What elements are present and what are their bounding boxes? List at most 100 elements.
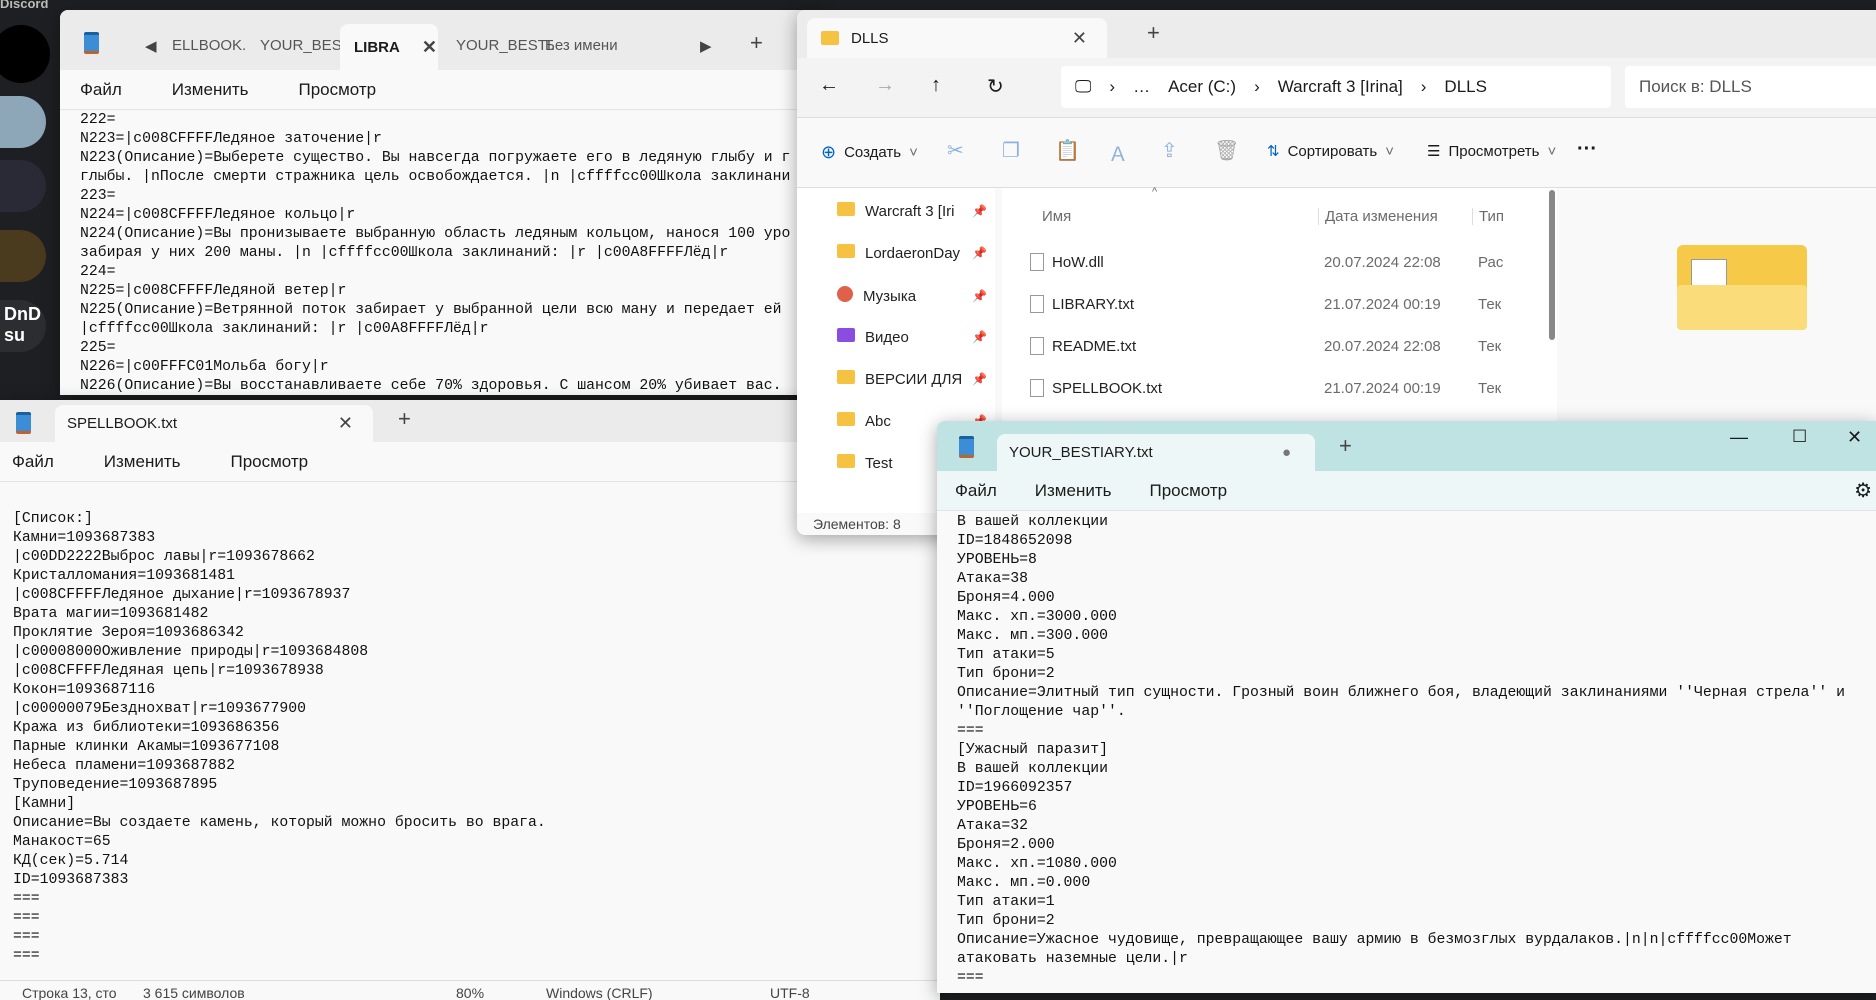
- chevron-right-icon: ›: [1254, 77, 1260, 96]
- text-line: N226=|c00FFFC01Мольба богу|r: [80, 359, 329, 375]
- paste-icon[interactable]: 📋: [1055, 138, 1080, 163]
- tab-bar: DLLS ✕ +: [797, 10, 1876, 58]
- text-line: Тип брони=2: [957, 666, 1055, 682]
- breadcrumb-more[interactable]: …: [1133, 77, 1150, 97]
- chevron-down-icon: ˅: [909, 144, 918, 161]
- server-dnd-su[interactable]: DnD su: [0, 300, 46, 352]
- folder-icon: [821, 31, 839, 45]
- copy-icon[interactable]: ❐: [1002, 138, 1020, 163]
- scrollbar[interactable]: [1549, 190, 1555, 340]
- new-tab-button[interactable]: +: [1147, 20, 1160, 46]
- tab[interactable]: YOUR_BESTI.: [456, 37, 555, 54]
- breadcrumb-item[interactable]: Warcraft 3 [Irina]: [1278, 77, 1403, 97]
- menu-file[interactable]: Файл: [955, 481, 997, 501]
- menu-view[interactable]: Просмотр: [230, 452, 308, 472]
- close-tab-icon[interactable]: ✕: [338, 413, 353, 434]
- tab-bestiary[interactable]: YOUR_BESTIARY.txt ●: [997, 434, 1315, 471]
- up-icon[interactable]: ↑: [931, 74, 941, 97]
- menu-file[interactable]: Файл: [12, 452, 54, 472]
- tab-dlls[interactable]: DLLS ✕: [807, 18, 1107, 58]
- maximize-button[interactable]: ☐: [1792, 427, 1807, 447]
- server-icon[interactable]: [0, 160, 46, 212]
- text-line: В вашей коллекции: [957, 761, 1108, 777]
- close-tab-icon[interactable]: ✕: [1072, 28, 1087, 49]
- minimize-button[interactable]: —: [1730, 427, 1748, 448]
- delete-icon[interactable]: 🗑: [1214, 138, 1239, 163]
- sort-button[interactable]: ⇅ Сортировать ˅: [1267, 142, 1394, 161]
- text-line: УРОВЕНЬ=6: [957, 799, 1037, 815]
- new-tab-button[interactable]: +: [398, 406, 411, 432]
- text-editor[interactable]: 222= N223=|c008CFFFFЛедяное заточение|r N2…: [80, 111, 790, 395]
- file-row[interactable]: SPELLBOOK.txt 21.07.2024 00:19 Тек: [1002, 376, 1557, 400]
- column-name[interactable]: Имя: [1042, 208, 1071, 225]
- column-date[interactable]: Дата изменения: [1318, 207, 1438, 225]
- text-line: Атака=38: [957, 571, 1029, 587]
- pin-icon: 📌: [972, 372, 987, 386]
- tab-spellbook[interactable]: SPELLBOOK.txt ✕: [55, 405, 373, 442]
- tab-active-library[interactable]: LIBRA ✕: [340, 24, 438, 70]
- text-line: Проклятие Зероя=1093686342: [13, 625, 244, 641]
- text-editor[interactable]: В вашей коллекции ID=1848652098 УРОВЕНЬ=8 А…: [957, 513, 1845, 988]
- file-icon: [1030, 253, 1044, 271]
- nav-item[interactable]: LordaeronDay 📌: [837, 244, 987, 262]
- text-line: [Ужасный паразит]: [957, 742, 1108, 758]
- new-tab-button[interactable]: +: [750, 30, 763, 56]
- tab-label: YOUR_BESTIARY.txt: [1009, 444, 1153, 461]
- breadcrumb[interactable]: 🖵 › … Acer (C:) › Warcraft 3 [Irina] › DLLS: [1061, 66, 1611, 108]
- sort-icon: ⇅: [1267, 143, 1280, 160]
- menu-edit[interactable]: Изменить: [172, 80, 249, 100]
- folder-icon: [837, 244, 855, 262]
- pin-icon: 📌: [972, 289, 987, 303]
- forward-icon[interactable]: →: [875, 74, 895, 97]
- tab[interactable]: Без имени: [545, 37, 618, 54]
- settings-gear-icon[interactable]: ⚙: [1854, 478, 1872, 503]
- nav-item[interactable]: Warcraft 3 [Iri 📌: [837, 202, 987, 220]
- text-editor[interactable]: [Список:] Камни=1093687383 |c00DD2222Выбро…: [13, 510, 546, 966]
- text-line: Макс. мп.=300.000: [957, 628, 1108, 644]
- nav-item-label: Видео: [865, 328, 909, 346]
- search-input[interactable]: Поиск в: DLLS: [1625, 66, 1876, 108]
- menu-file[interactable]: Файл: [80, 80, 122, 100]
- column-type[interactable]: Тип: [1472, 207, 1504, 225]
- breadcrumb-item[interactable]: DLLS: [1444, 77, 1487, 97]
- text-line: [Список:]: [13, 511, 93, 527]
- menu-view[interactable]: Просмотр: [298, 80, 376, 100]
- list-icon: ☰: [1427, 143, 1441, 160]
- nav-item[interactable]: Видео 📌: [837, 328, 987, 346]
- text-line: N226(Описание)=Вы восстанавливаете себе …: [80, 378, 782, 394]
- notepad-icon: [959, 436, 974, 458]
- view-label: Просмотреть: [1448, 142, 1540, 160]
- sort-asc-icon: ^: [1152, 186, 1158, 198]
- menu-edit[interactable]: Изменить: [104, 452, 181, 472]
- more-options-icon[interactable]: ···: [1577, 138, 1597, 161]
- discord-home-icon[interactable]: [0, 25, 50, 83]
- back-icon[interactable]: ←: [819, 74, 839, 97]
- menu-edit[interactable]: Изменить: [1035, 481, 1112, 501]
- refresh-icon[interactable]: ↻: [987, 74, 1004, 99]
- nav-item[interactable]: ВЕРСИИ ДЛЯ 📌: [837, 370, 987, 388]
- server-icon[interactable]: [0, 230, 46, 282]
- share-icon[interactable]: ⇪: [1161, 138, 1178, 163]
- file-row[interactable]: README.txt 20.07.2024 22:08 Тек: [1002, 334, 1557, 358]
- text-line: Труповедение=1093687895: [13, 777, 218, 793]
- close-window-button[interactable]: ✕: [1847, 427, 1862, 448]
- file-row[interactable]: HoW.dll 20.07.2024 22:08 Рас: [1002, 250, 1557, 274]
- file-type: Рас: [1478, 253, 1504, 271]
- file-row[interactable]: LIBRARY.txt 21.07.2024 00:19 Тек: [1002, 292, 1557, 316]
- tab[interactable]: ELLBOOK.: [172, 37, 246, 54]
- view-button[interactable]: ☰ Просмотреть ˅: [1427, 142, 1556, 161]
- server-icon[interactable]: [0, 96, 46, 148]
- address-row: ← → ↑ ↻ 🖵 › … Acer (C:) › Warcraft 3 [Irin…: [797, 58, 1876, 118]
- cut-icon[interactable]: ✂: [947, 138, 964, 163]
- menu-view[interactable]: Просмотр: [1149, 481, 1227, 501]
- new-tab-button[interactable]: +: [1339, 433, 1352, 459]
- create-button[interactable]: ⊕ Создать ˅: [821, 142, 918, 163]
- text-line: ===: [13, 948, 40, 964]
- rename-icon[interactable]: Ａ: [1108, 138, 1128, 167]
- close-tab-icon[interactable]: ✕: [422, 37, 437, 58]
- tab-scroll-right-icon[interactable]: ▶: [700, 37, 712, 55]
- nav-item[interactable]: Музыка 📌: [837, 286, 987, 306]
- text-line: |c00008000Оживление природы|r=1093684808: [13, 644, 369, 660]
- tab-scroll-left-icon[interactable]: ◀: [145, 37, 157, 55]
- breadcrumb-item[interactable]: Acer (C:): [1168, 77, 1236, 97]
